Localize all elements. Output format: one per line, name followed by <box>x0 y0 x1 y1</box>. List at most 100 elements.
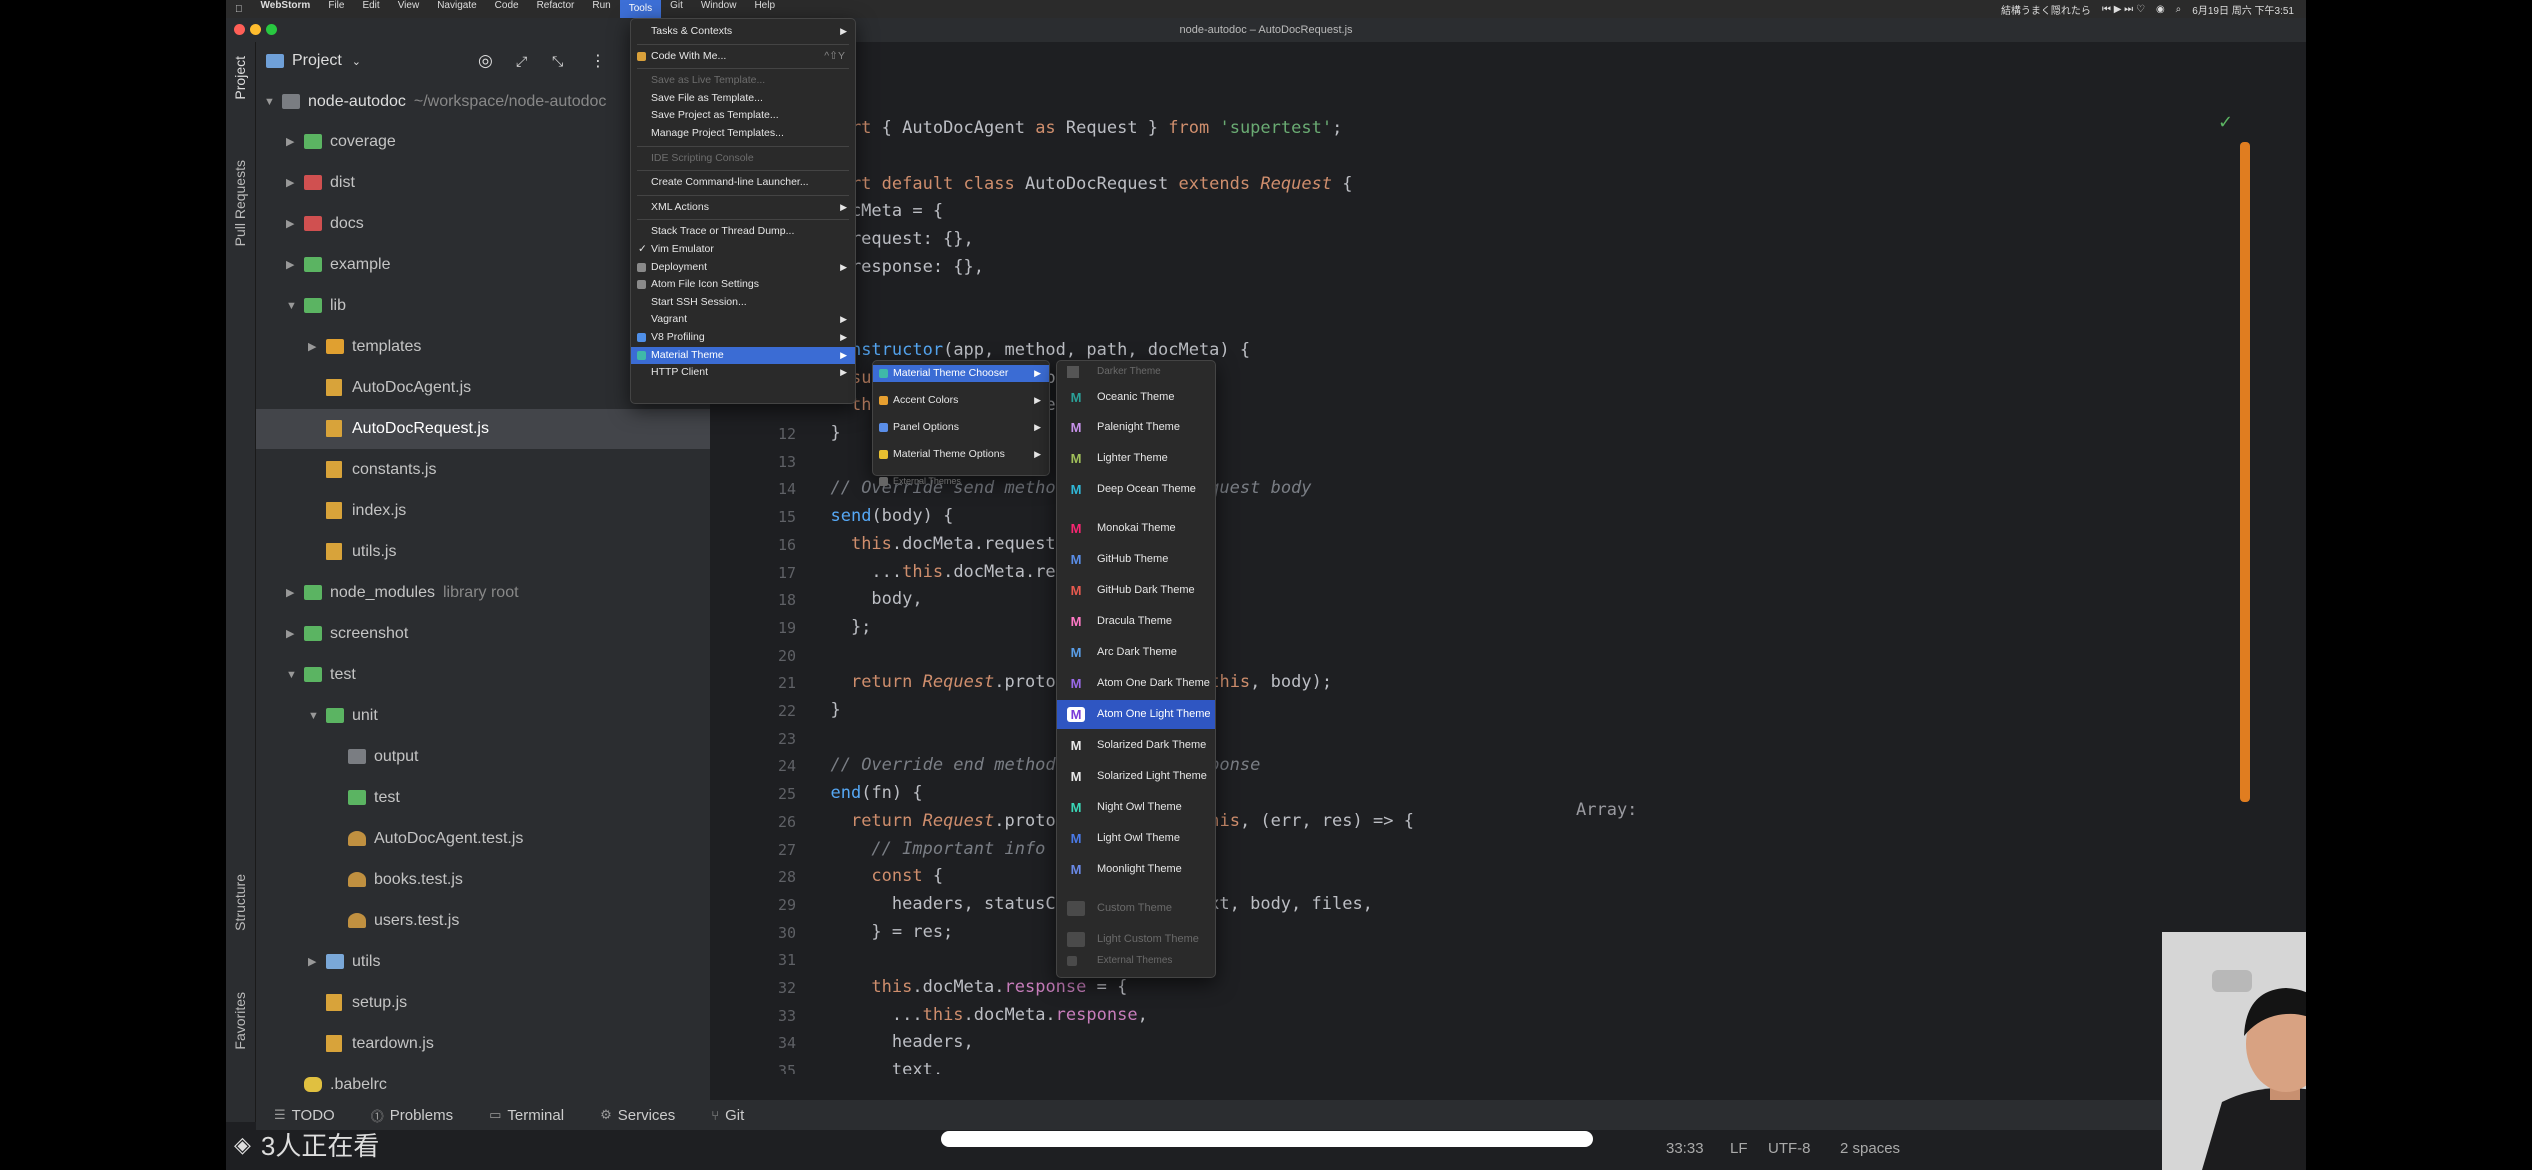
code-line[interactable]: text, <box>810 1060 943 1074</box>
code-line[interactable]: }; <box>810 617 871 637</box>
tree-row[interactable]: ▶ screenshot <box>256 614 710 654</box>
chevron-down-icon[interactable]: ▼ <box>264 82 275 122</box>
zoom-window-button[interactable] <box>266 24 277 35</box>
chevron-right-icon[interactable]: ▶ <box>286 245 294 285</box>
indent-setting[interactable]: 2 spaces <box>1840 1140 1900 1157</box>
tab-terminal[interactable]: ▭ Terminal <box>471 1107 582 1124</box>
theme-option[interactable]: M Solarized Light Theme <box>1057 762 1215 791</box>
tools-menu-item[interactable]: Save File as Template... <box>631 90 855 107</box>
pull-requests-tool-button[interactable]: Pull Requests <box>232 160 248 246</box>
menu-tools[interactable]: Tools <box>619 0 662 18</box>
theme-option[interactable]: M Oceanic Theme <box>1057 383 1215 412</box>
code-line[interactable]: ...this.docMeta.response, <box>810 1005 1148 1025</box>
scrollbar-thumb[interactable] <box>2240 142 2250 802</box>
playback-progress-bar[interactable] <box>941 1131 1593 1147</box>
line-separator[interactable]: LF <box>1730 1140 1748 1157</box>
search-icon[interactable]: ⌕ <box>2176 4 2182 15</box>
tools-menu-item[interactable]: Create Command-line Launcher... <box>631 174 855 191</box>
tree-row[interactable]: constants.js <box>256 450 710 490</box>
tab-services[interactable]: ⚙ Services <box>582 1107 693 1124</box>
chevron-right-icon[interactable]: ▶ <box>286 614 294 654</box>
project-tool-button[interactable]: Project <box>232 56 248 100</box>
tree-row[interactable]: setup.js <box>256 983 710 1023</box>
material-menu-item[interactable]: Accent Colors ▶ <box>873 392 1049 409</box>
favorites-tool-button[interactable]: Favorites <box>232 992 248 1050</box>
tree-row[interactable]: AutoDocRequest.js <box>256 409 710 449</box>
tree-row[interactable]: ▼ test <box>256 655 710 695</box>
theme-option[interactable]: M Atom One Dark Theme <box>1057 669 1215 698</box>
tab-git[interactable]: ⑂ Git <box>693 1107 762 1124</box>
tools-menu-item[interactable]: Code With Me... ^⇧Y <box>631 48 855 65</box>
theme-option[interactable]: M GitHub Dark Theme <box>1057 576 1215 605</box>
wifi-icon[interactable]: ◉ <box>2156 4 2165 15</box>
menu-webstorm[interactable]: WebStorm <box>252 0 320 18</box>
theme-option[interactable]: M Lighter Theme <box>1057 444 1215 473</box>
theme-option[interactable]: M Deep Ocean Theme <box>1057 475 1215 504</box>
menu-window[interactable]: Window <box>692 0 746 18</box>
menu-file[interactable]: File <box>319 0 353 18</box>
code-line[interactable]: } <box>810 700 840 720</box>
code-line[interactable]: } = res; <box>810 922 953 942</box>
tools-menu-item[interactable]: HTTP Client ▶ <box>631 364 855 381</box>
tree-row[interactable]: ▶ node_modules library root <box>256 573 710 613</box>
tree-row[interactable]: output <box>256 737 710 777</box>
menu-edit[interactable]: Edit <box>353 0 388 18</box>
tree-row[interactable]: ▼ unit <box>256 696 710 736</box>
code-line[interactable]: end(fn) { <box>810 783 922 803</box>
apple-icon[interactable]:  <box>226 4 252 15</box>
tools-menu-item[interactable]: Material Theme ▶ <box>631 346 855 364</box>
code-line[interactable]: constructor(app, method, path, docMeta) … <box>810 340 1250 360</box>
project-view-selector[interactable]: Project <box>292 52 342 70</box>
menu-navigate[interactable]: Navigate <box>428 0 485 18</box>
minimize-window-button[interactable] <box>250 24 261 35</box>
material-menu-item[interactable]: Material Theme Options ▶ <box>873 446 1049 463</box>
tree-row[interactable]: .babelrc <box>256 1065 710 1105</box>
theme-option[interactable]: M Dracula Theme <box>1057 607 1215 636</box>
chevron-right-icon[interactable]: ▶ <box>286 573 294 613</box>
menu-help[interactable]: Help <box>745 0 784 18</box>
tools-menu-item[interactable]: V8 Profiling ▶ <box>631 329 855 346</box>
tools-menu-item[interactable]: Manage Project Templates... <box>631 125 855 142</box>
tree-row[interactable]: test <box>256 778 710 818</box>
options-icon[interactable]: ⋮ <box>590 51 606 71</box>
tools-menu-item[interactable]: ✓ Vim Emulator <box>631 241 855 258</box>
menu-run[interactable]: Run <box>583 0 619 18</box>
code-line[interactable]: headers, <box>810 1032 974 1052</box>
theme-option[interactable]: M GitHub Theme <box>1057 545 1215 574</box>
chevron-down-icon[interactable]: ⌄ <box>352 55 361 68</box>
code-line[interactable]: // Important info <box>810 839 1045 859</box>
media-controls-icon[interactable]: ⏮ ▶ ⏭ ♡ <box>2102 4 2145 15</box>
inspection-ok-icon[interactable]: ✓ <box>2218 112 2233 133</box>
theme-option[interactable]: M Palenight Theme <box>1057 413 1215 442</box>
code-line[interactable]: this.docMeta.request = { <box>810 534 1097 554</box>
theme-option[interactable]: M Night Owl Theme <box>1057 793 1215 822</box>
code-line[interactable]: this.docMeta.response = { <box>810 977 1127 997</box>
collapse-all-icon[interactable]: ⤡ <box>552 53 563 70</box>
chevron-down-icon[interactable]: ▼ <box>308 696 319 736</box>
file-encoding[interactable]: UTF-8 <box>1768 1140 1811 1157</box>
code-line[interactable]: send(body) { <box>810 506 953 526</box>
locate-icon[interactable]: ◎ <box>478 51 493 71</box>
tools-menu-item[interactable]: Atom File Icon Settings <box>631 276 855 293</box>
structure-tool-button[interactable]: Structure <box>232 874 248 931</box>
cursor-position[interactable]: 33:33 <box>1666 1140 1704 1157</box>
tree-row[interactable]: utils.js <box>256 532 710 572</box>
chevron-right-icon[interactable]: ▶ <box>308 327 316 367</box>
tab-todo[interactable]: ☰ TODO <box>256 1107 353 1124</box>
material-menu-item[interactable]: Panel Options ▶ <box>873 419 1049 436</box>
tree-row[interactable]: AutoDocAgent.test.js <box>256 819 710 859</box>
chevron-right-icon[interactable]: ▶ <box>286 163 294 203</box>
menu-code[interactable]: Code <box>486 0 528 18</box>
menu-git[interactable]: Git <box>661 0 692 18</box>
chevron-right-icon[interactable]: ▶ <box>286 204 294 244</box>
tree-row[interactable]: index.js <box>256 491 710 531</box>
tools-menu-item[interactable]: Deployment ▶ <box>631 259 855 276</box>
tools-menu-item[interactable]: XML Actions ▶ <box>631 199 855 216</box>
theme-option[interactable]: M Light Owl Theme <box>1057 824 1215 853</box>
theme-option[interactable]: M Arc Dark Theme <box>1057 638 1215 667</box>
menu-clock[interactable]: 6月19日 周六 下午3:51 <box>2192 2 2294 17</box>
menu-view[interactable]: View <box>389 0 429 18</box>
tree-row[interactable]: users.test.js <box>256 901 710 941</box>
chevron-down-icon[interactable]: ▼ <box>286 655 297 695</box>
tab-problems[interactable]: ⓵ Problems <box>353 1106 471 1125</box>
